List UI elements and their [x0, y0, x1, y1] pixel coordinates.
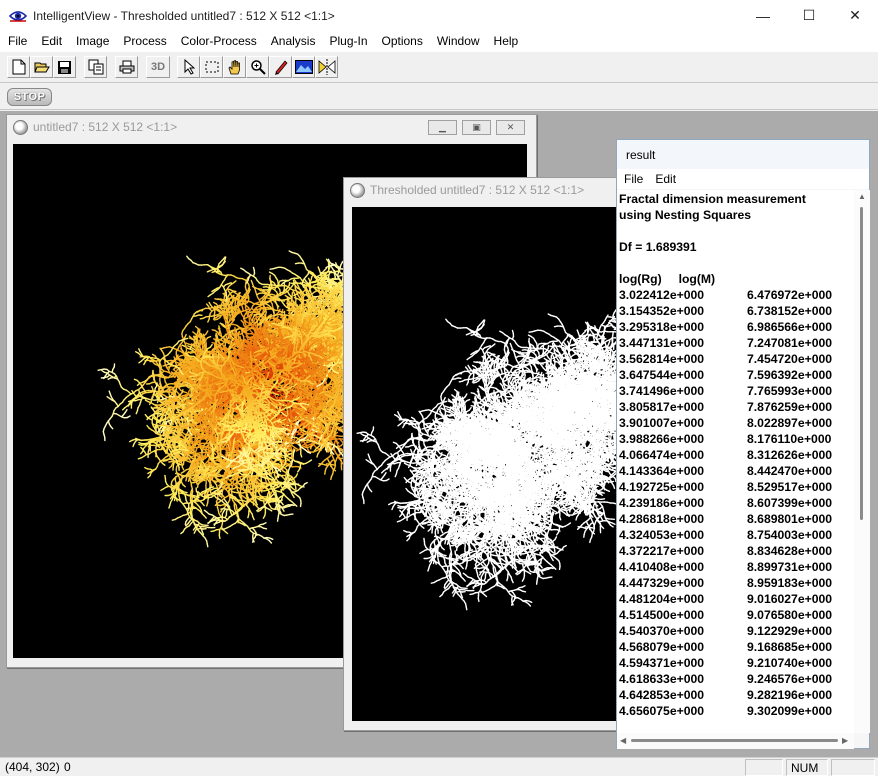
fractal-branch [184, 521, 187, 526]
image-icon[interactable] [292, 56, 315, 78]
fractal-branch [183, 491, 188, 494]
fractal-branch [286, 451, 291, 455]
fractal-branch [218, 534, 221, 540]
menu-edit[interactable]: Edit [34, 31, 69, 51]
print-icon[interactable] [115, 56, 138, 78]
child-minimize-button[interactable]: ▁ [428, 120, 457, 135]
fractal-branch [144, 466, 149, 470]
fractal-branch [147, 471, 152, 475]
menu-bar: File Edit Image Process Color-Process An… [0, 31, 878, 51]
fractal-branch [164, 474, 167, 480]
copy-icon[interactable] [84, 56, 107, 78]
fractal-branch [185, 499, 189, 504]
pen-icon[interactable] [269, 56, 292, 78]
child-close-button[interactable]: ✕ [496, 120, 525, 135]
main-toolbar: 3D [0, 51, 878, 83]
menu-analysis[interactable]: Analysis [264, 31, 323, 51]
save-icon[interactable] [53, 56, 76, 78]
eye-icon [8, 8, 28, 23]
menu-color-process[interactable]: Color-Process [174, 31, 264, 51]
fractal-branch [330, 475, 333, 481]
pointer-icon[interactable] [177, 56, 200, 78]
zoom-icon[interactable] [246, 56, 269, 78]
fractal-branch [297, 433, 303, 436]
fractal-branch [256, 484, 262, 487]
menu-file[interactable]: File [1, 31, 34, 51]
fractal-branch [168, 504, 171, 509]
original-window-titlebar[interactable]: untitled7 : 512 X 512 <1:1> ▁ ▣ ✕ [7, 115, 536, 139]
fractal-branch [168, 465, 173, 469]
fractal-branch [137, 457, 143, 460]
fractal-branch [132, 443, 135, 448]
secondary-toolbar: STOP [0, 84, 878, 110]
menu-window[interactable]: Window [430, 31, 487, 51]
menu-help[interactable]: Help [487, 31, 526, 51]
fractal-branch [162, 460, 167, 462]
3d-icon[interactable]: 3D [146, 56, 170, 78]
maximize-button[interactable]: ☐ [786, 0, 832, 31]
fractal-branch [161, 462, 166, 466]
title-bar: IntelligentView - Thresholded untitled7 … [0, 0, 878, 31]
original-window-title: untitled7 : 512 X 512 <1:1> [33, 120, 177, 134]
fractal-branch [182, 484, 186, 488]
flip-icon[interactable] [315, 56, 338, 78]
fractal-branch [192, 494, 198, 497]
fractal-branch [317, 463, 322, 467]
fractal-branch [138, 443, 143, 446]
fractal-branch [306, 440, 311, 444]
menu-plug-in[interactable]: Plug-In [322, 31, 374, 51]
close-button[interactable]: ✕ [832, 0, 878, 31]
menu-image[interactable]: Image [69, 31, 116, 51]
fractal-branch [140, 446, 144, 451]
menu-process[interactable]: Process [116, 31, 173, 51]
hand-icon[interactable] [223, 56, 246, 78]
select-rect-icon[interactable] [200, 56, 223, 78]
fractal-branch [181, 466, 185, 471]
fractal-branch [128, 439, 134, 443]
menu-options[interactable]: Options [375, 31, 430, 51]
child-maximize-button[interactable]: ▣ [462, 120, 491, 135]
fractal-branch [336, 440, 338, 445]
fractal-branch [147, 474, 151, 479]
fractal-branch [295, 448, 300, 452]
fractal-branch [224, 530, 229, 535]
fractal-branch [138, 441, 143, 445]
fractal-branch [139, 450, 144, 455]
open-folder-icon[interactable] [30, 56, 53, 78]
stop-button[interactable]: STOP [7, 88, 52, 106]
fractal-branch [210, 530, 215, 533]
fractal-branch [160, 488, 165, 491]
minimize-button[interactable]: — [740, 0, 786, 31]
window-icon [13, 119, 28, 135]
new-file-icon[interactable] [7, 56, 30, 78]
window-title: IntelligentView - Thresholded untitled7 … [33, 9, 335, 23]
